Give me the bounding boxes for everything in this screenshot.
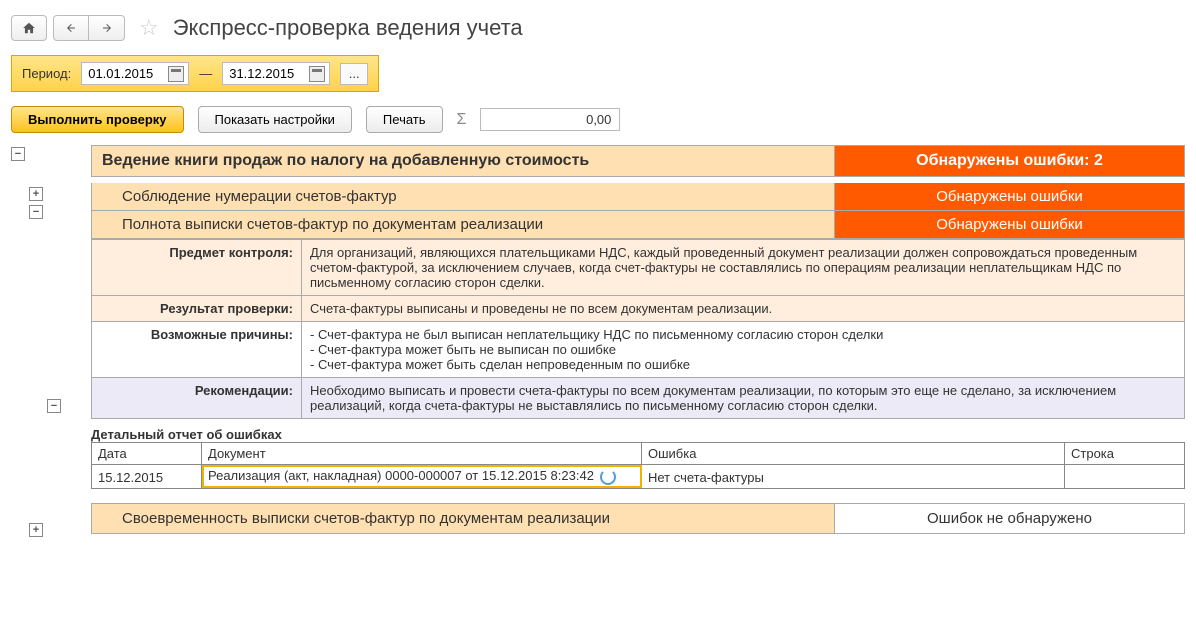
row-result-label: Результат проверки:	[92, 296, 302, 322]
section-title: Ведение книги продаж по налогу на добавл…	[91, 145, 835, 177]
tree-collapse[interactable]: −	[29, 205, 43, 219]
cell-line	[1065, 465, 1185, 489]
sigma-icon: Σ	[457, 111, 467, 129]
error-table-title: Детальный отчет об ошибках	[91, 427, 1185, 442]
col-err: Ошибка	[642, 443, 1065, 465]
run-check-button[interactable]: Выполнить проверку	[11, 106, 184, 133]
tree-expand[interactable]: +	[29, 523, 43, 537]
sub2-status: Обнаружены ошибки	[835, 211, 1185, 239]
row-reco-label: Рекомендации:	[92, 378, 302, 419]
row-causes-text: - Счет-фактура не был выписан неплательщ…	[302, 322, 1185, 378]
period-dash: —	[199, 66, 212, 81]
tree-column: − + − − +	[11, 145, 91, 541]
loading-spinner-icon	[600, 469, 616, 485]
period-from	[81, 62, 189, 85]
col-doc: Документ	[202, 443, 642, 465]
calendar-icon[interactable]	[168, 66, 184, 82]
tree-collapse[interactable]: −	[11, 147, 25, 161]
error-row[interactable]: 15.12.2015 Реализация (акт, накладная) 0…	[92, 465, 1185, 489]
tree-collapse[interactable]: −	[47, 399, 61, 413]
sub2-title[interactable]: Полнота выписки счетов-фактур по докумен…	[91, 211, 835, 239]
period-choose-button[interactable]: ...	[340, 63, 368, 85]
calendar-icon[interactable]	[309, 66, 325, 82]
sub1-status: Обнаружены ошибки	[835, 183, 1185, 211]
sum-value: 0,00	[480, 108, 620, 131]
col-date: Дата	[92, 443, 202, 465]
forward-button[interactable]	[89, 15, 125, 41]
sub1-title[interactable]: Соблюдение нумерации счетов-фактур	[91, 183, 835, 211]
col-line: Строка	[1065, 443, 1185, 465]
cell-err: Нет счета-фактуры	[642, 465, 1065, 489]
back-button[interactable]	[53, 15, 89, 41]
section-status: Обнаружены ошибки: 2	[835, 145, 1185, 177]
home-icon	[22, 21, 36, 35]
arrow-left-icon	[64, 22, 78, 34]
row-subject-label: Предмет контроля:	[92, 240, 302, 296]
show-settings-button[interactable]: Показать настройки	[198, 106, 352, 133]
footer-status: Ошибок не обнаружено	[835, 503, 1185, 534]
period-to-input[interactable]	[227, 65, 303, 82]
home-button[interactable]	[11, 15, 47, 41]
page-title: Экспресс-проверка ведения учета	[173, 15, 523, 41]
cell-doc[interactable]: Реализация (акт, накладная) 0000-000007 …	[202, 465, 642, 489]
period-to	[222, 62, 330, 85]
cell-date: 15.12.2015	[92, 465, 202, 489]
period-bar: Период: — ...	[11, 55, 379, 92]
print-button[interactable]: Печать	[366, 106, 443, 133]
favorite-star-icon[interactable]: ☆	[139, 15, 159, 41]
footer-title[interactable]: Своевременность выписки счетов-фактур по…	[91, 503, 835, 534]
period-label: Период:	[22, 66, 71, 81]
tree-expand[interactable]: +	[29, 187, 43, 201]
row-reco-text: Необходимо выписать и провести счета-фак…	[302, 378, 1185, 419]
period-from-input[interactable]	[86, 65, 162, 82]
arrow-right-icon	[100, 22, 114, 34]
row-causes-label: Возможные причины:	[92, 322, 302, 378]
row-subject-text: Для организаций, являющихся плательщикам…	[302, 240, 1185, 296]
row-result-text: Счета-фактуры выписаны и проведены не по…	[302, 296, 1185, 322]
